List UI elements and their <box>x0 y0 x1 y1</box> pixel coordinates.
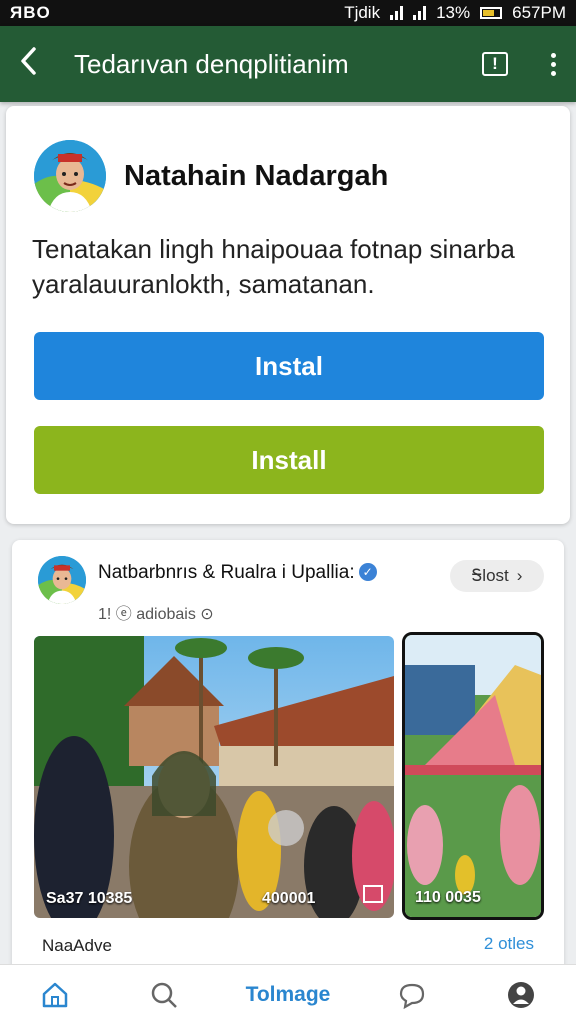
battery-percent: 13% <box>436 3 471 22</box>
signal-icon-2 <box>413 6 427 20</box>
app-bar: Tedarıvan denqplitianim ! <box>0 26 576 102</box>
status-bar: ЯBO Tjdik 13% 657PM <box>0 0 576 26</box>
post-photo-main[interactable]: Sa37 10385 400001 <box>34 636 394 918</box>
avatar[interactable] <box>38 556 86 604</box>
signal-icon <box>390 6 404 20</box>
install-card: Natahain Nadargah Tenatakan lingh hnaipo… <box>6 106 570 524</box>
follow-button[interactable]: Ꭶlost › <box>450 560 544 592</box>
clock: 657PM <box>512 3 566 22</box>
photo-caption: Sa37 10385 <box>46 890 133 907</box>
network-label: Tjdik <box>344 3 381 22</box>
chevron-right-icon: › <box>516 566 523 585</box>
bottom-nav: Tolmage <box>0 964 576 1024</box>
nav-center-label: Tolmage <box>245 982 331 1006</box>
post-page-name-text: Natbarbnrıs & Rualra i Upallia: <box>98 562 355 583</box>
home-icon[interactable] <box>10 965 100 1024</box>
more-icon[interactable] <box>548 52 558 76</box>
carrier-label: ЯBO <box>10 3 51 22</box>
install-button[interactable]: Instal <box>34 332 544 400</box>
post-page-name[interactable]: Natbarbnrıs & Rualra i Upallia: ✓ <box>98 562 377 584</box>
app-name: Natahain Nadargah <box>124 160 389 192</box>
back-icon[interactable] <box>18 46 58 82</box>
install-button-secondary[interactable]: Install <box>34 426 544 494</box>
photo-caption: 110 0035 <box>415 889 481 906</box>
status-icons: Tjdik 13% 657PM <box>344 3 566 23</box>
search-icon[interactable] <box>119 965 209 1024</box>
report-icon[interactable]: ! <box>482 52 508 76</box>
chat-icon[interactable] <box>367 965 457 1024</box>
profile-icon[interactable] <box>476 965 566 1024</box>
post-meta: 1! ⓔ adiobais ⊙ <box>98 606 214 623</box>
follow-label: Ꭶlost <box>471 566 509 585</box>
post-footer-link[interactable]: 2 otles <box>484 934 534 954</box>
post-footer-label: NaaAdve <box>42 936 112 955</box>
app-bar-title: Tedarıvan denqplitianim <box>74 48 349 79</box>
post-photo-side[interactable]: 110 0035 <box>402 632 544 920</box>
battery-icon <box>480 7 503 19</box>
photo-caption-mid: 400001 <box>262 890 316 907</box>
app-description: Tenatakan lingh hnaipouaa fotnap sinarba… <box>32 234 515 299</box>
avatar <box>34 140 106 212</box>
nav-center-tab[interactable]: Tolmage <box>228 965 348 1024</box>
verified-icon: ✓ <box>358 563 377 581</box>
post-card: Natbarbnrıs & Rualra i Upallia: ✓ 1! ⓔ ad… <box>12 540 564 980</box>
